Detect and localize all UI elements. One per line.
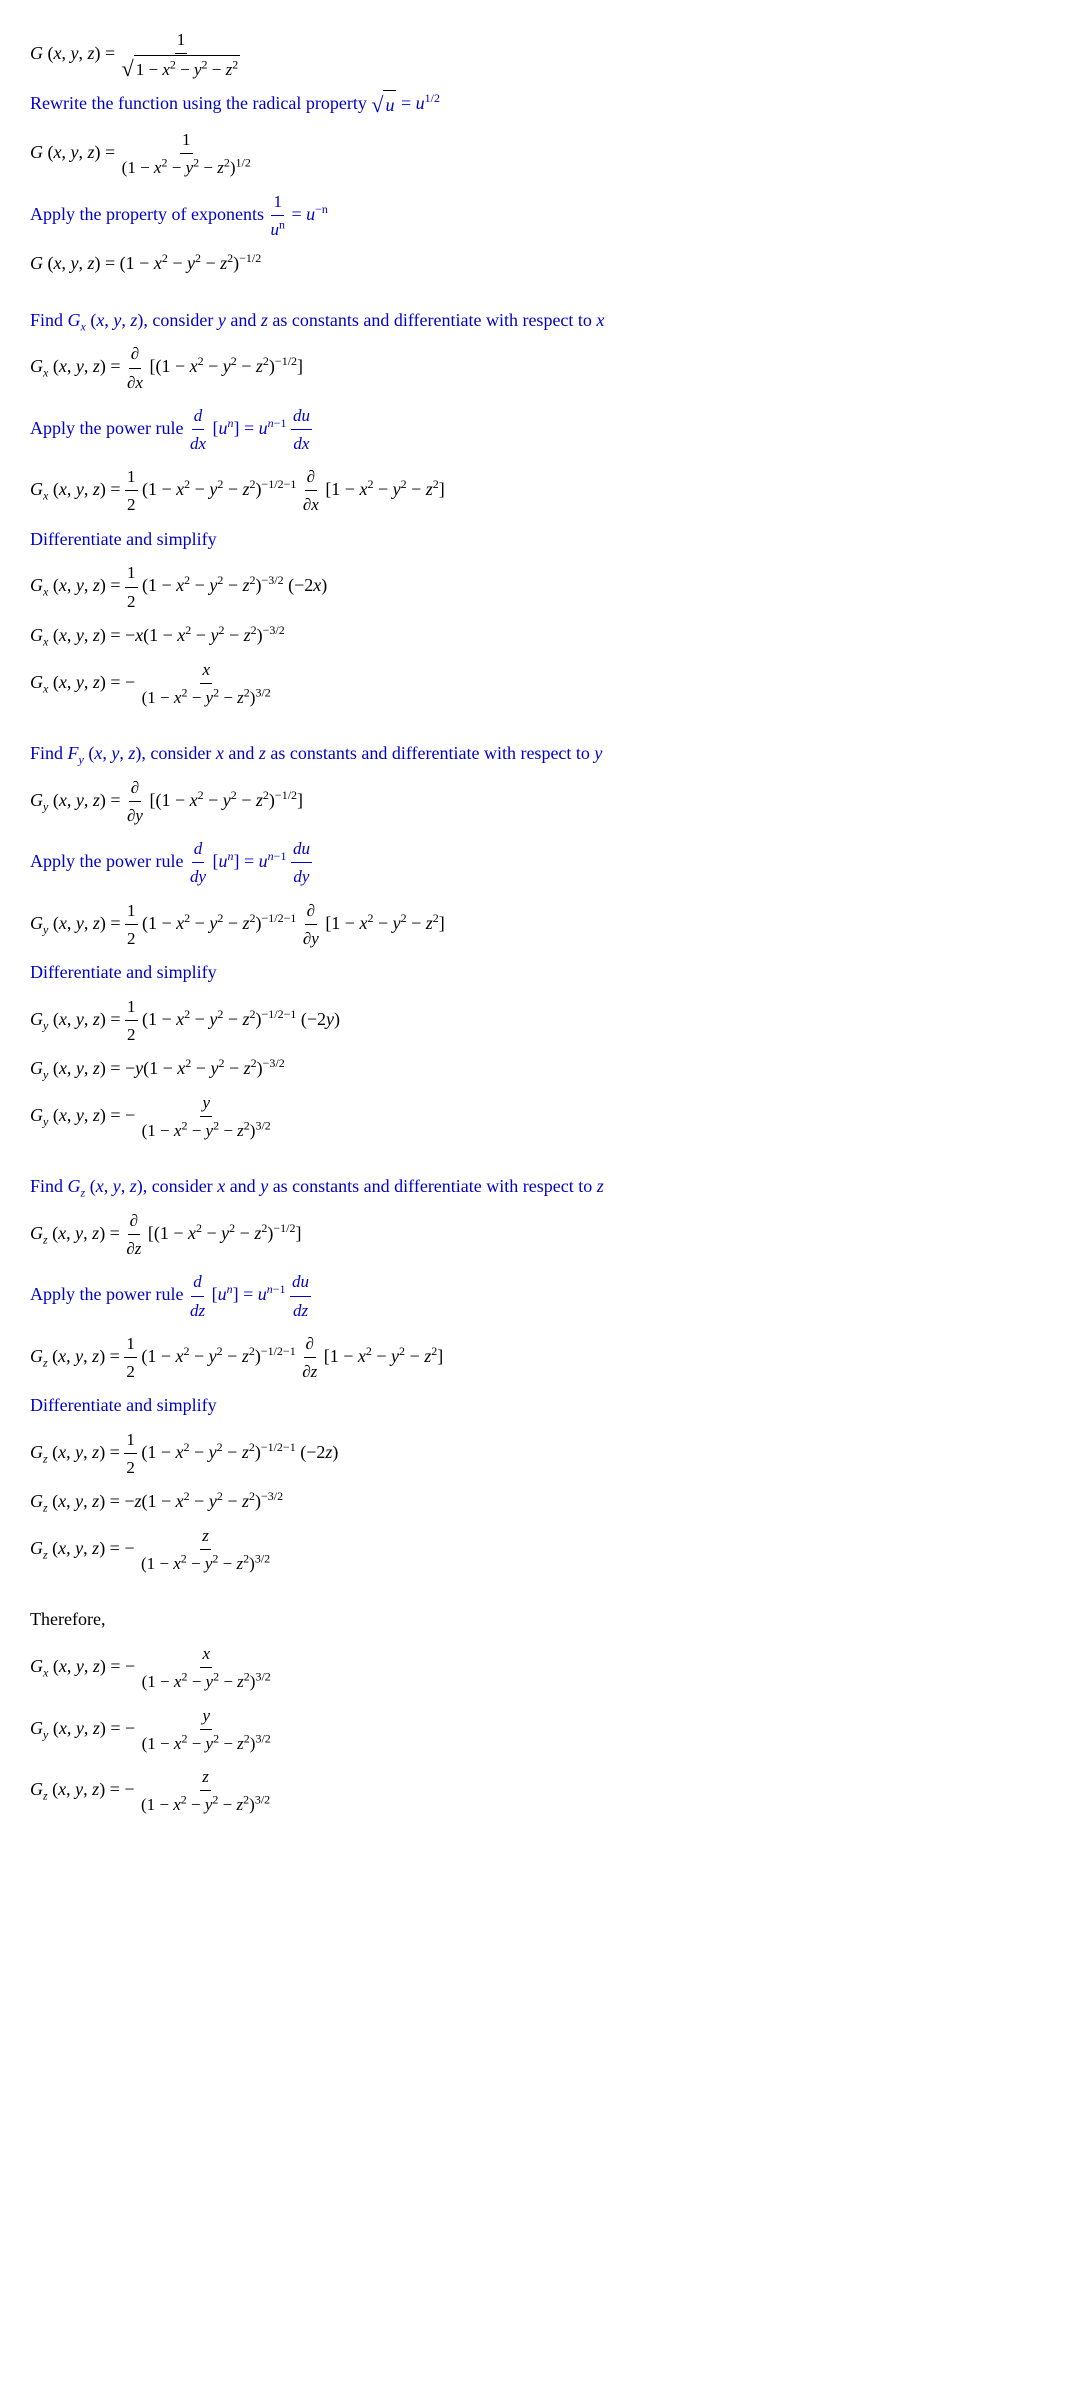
find-gy-label: Find Fy (x, y, z), consider x and z as c…: [30, 739, 1062, 768]
gy-step2: Gy (x, y, z) = 1 2 (1 − x2 − y2 − z2)−1/…: [30, 993, 1062, 1048]
gx-step3: Gx (x, y, z) = −x(1 − x2 − y2 − z2)−3/2: [30, 621, 1062, 650]
exponents-property-label: Apply the property of exponents 1 un = u…: [30, 188, 1062, 243]
differentiate-simplify-y: Differentiate and simplify: [30, 958, 1062, 987]
gx-final: Gx (x, y, z) = − x (1 − x2 − y2 − z2)3/2: [30, 656, 1062, 711]
gz-step2: Gz (x, y, z) = 1 2 (1 − x2 − y2 − z2)−1/…: [30, 1426, 1062, 1481]
therefore-label: Therefore,: [30, 1605, 1062, 1634]
gz-chain-rule: Gz (x, y, z) = 1 2 (1 − x2 − y2 − z2)−1/…: [30, 1330, 1062, 1385]
differentiate-simplify-x: Differentiate and simplify: [30, 525, 1062, 554]
function-simplified: G (x, y, z) = (1 − x2 − y2 − z2)−1/2: [30, 249, 1062, 278]
find-gz-label: Find Gz (x, y, z), consider x and y as c…: [30, 1172, 1062, 1201]
final-gx: Gx (x, y, z) = − x (1 − x2 − y2 − z2)3/2: [30, 1640, 1062, 1695]
differentiate-simplify-z: Differentiate and simplify: [30, 1391, 1062, 1420]
radical-property-label: Rewrite the function using the radical p…: [30, 89, 1062, 120]
gz-final: Gz (x, y, z) = − z (1 − x2 − y2 − z2)3/2: [30, 1522, 1062, 1577]
power-rule-y-label: Apply the power rule d dy [un] = un−1 du…: [30, 835, 1062, 890]
gy-step3: Gy (x, y, z) = −y(1 − x2 − y2 − z2)−3/2: [30, 1054, 1062, 1083]
gy-definition: Gy (x, y, z) = ∂ ∂y [(1 − x2 − y2 − z2)−…: [30, 774, 1062, 829]
gx-chain-rule: Gx (x, y, z) = 1 2 (1 − x2 − y2 − z2)−1/…: [30, 463, 1062, 518]
initial-function: G (x, y, z) = 1 √ 1 − x2 − y2 − z2: [30, 26, 1062, 83]
gx-step2: Gx (x, y, z) = 1 2 (1 − x2 − y2 − z2)−3/…: [30, 559, 1062, 614]
final-gy: Gy (x, y, z) = − y (1 − x2 − y2 − z2)3/2: [30, 1702, 1062, 1757]
find-gx-label: Find Gx (x, y, z), consider y and z as c…: [30, 306, 1062, 335]
gz-step3: Gz (x, y, z) = −z(1 − x2 − y2 − z2)−3/2: [30, 1487, 1062, 1516]
gy-final: Gy (x, y, z) = − y (1 − x2 − y2 − z2)3/2: [30, 1089, 1062, 1144]
math-document: G (x, y, z) = 1 √ 1 − x2 − y2 − z2 Rewri…: [30, 26, 1062, 1818]
gz-definition: Gz (x, y, z) = ∂ ∂z [(1 − x2 − y2 − z2)−…: [30, 1207, 1062, 1262]
gy-chain-rule: Gy (x, y, z) = 1 2 (1 − x2 − y2 − z2)−1/…: [30, 897, 1062, 952]
power-rule-x-label: Apply the power rule d dx [un] = un−1 du…: [30, 402, 1062, 457]
gx-definition: Gx (x, y, z) = ∂ ∂x [(1 − x2 − y2 − z2)−…: [30, 340, 1062, 395]
rewritten-function: G (x, y, z) = 1 (1 − x2 − y2 − z2)1/2: [30, 126, 1062, 181]
final-gz: Gz (x, y, z) = − z (1 − x2 − y2 − z2)3/2: [30, 1763, 1062, 1818]
power-rule-z-label: Apply the power rule d dz [un] = un−1 du…: [30, 1268, 1062, 1323]
